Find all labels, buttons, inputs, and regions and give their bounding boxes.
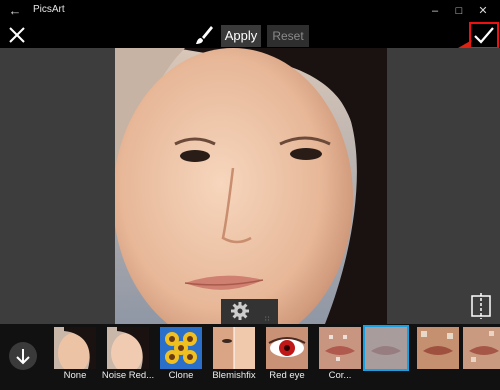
effect-correction[interactable]: Cor... <box>316 327 364 389</box>
maximize-button[interactable]: □ <box>448 2 470 20</box>
back-arrow-icon[interactable]: ← <box>6 3 24 19</box>
effect-thumbnail <box>107 327 149 369</box>
editor-canvas: ∷ <box>0 48 500 324</box>
minimize-button[interactable]: – <box>424 2 446 20</box>
close-window-button[interactable]: ✕ <box>472 2 494 20</box>
effect-selected[interactable] <box>362 325 410 389</box>
gear-icon[interactable] <box>230 301 250 321</box>
effect-thumbnail <box>266 327 308 369</box>
apply-button[interactable]: Apply <box>221 25 261 47</box>
arrow-down-icon <box>16 349 30 365</box>
brush-icon[interactable] <box>194 24 214 46</box>
effects-strip: None Noise Red... Clone Blemishfix Red e… <box>0 324 500 390</box>
photo-image <box>115 48 387 324</box>
window-title: PicsArt <box>33 4 65 15</box>
effect-clone[interactable]: Clone <box>157 327 205 389</box>
title-bar: ← PicsArt – □ ✕ <box>0 0 500 22</box>
effect-blemishfix[interactable]: Blemishfix <box>210 327 258 389</box>
compare-icon[interactable] <box>470 293 492 319</box>
effect-thumbnail <box>213 327 255 369</box>
effect-noise-reduction[interactable]: Noise Red... <box>102 327 154 389</box>
effect-thumbnail <box>319 327 361 369</box>
effect-item[interactable] <box>460 327 500 389</box>
effect-thumbnail <box>160 327 202 369</box>
effect-item[interactable] <box>414 327 462 389</box>
effect-thumbnail <box>54 327 96 369</box>
settings-panel[interactable]: ∷ <box>221 299 278 324</box>
effect-thumbnail <box>417 327 459 369</box>
effect-none[interactable]: None <box>51 327 99 389</box>
collapse-button[interactable] <box>9 342 37 370</box>
effect-thumbnail <box>363 325 409 371</box>
resize-grip-icon[interactable]: ∷ <box>265 315 269 323</box>
close-icon[interactable] <box>6 24 28 46</box>
effect-red-eye[interactable]: Red eye <box>263 327 311 389</box>
effect-thumbnail <box>463 327 500 369</box>
reset-button[interactable]: Reset <box>267 25 309 47</box>
